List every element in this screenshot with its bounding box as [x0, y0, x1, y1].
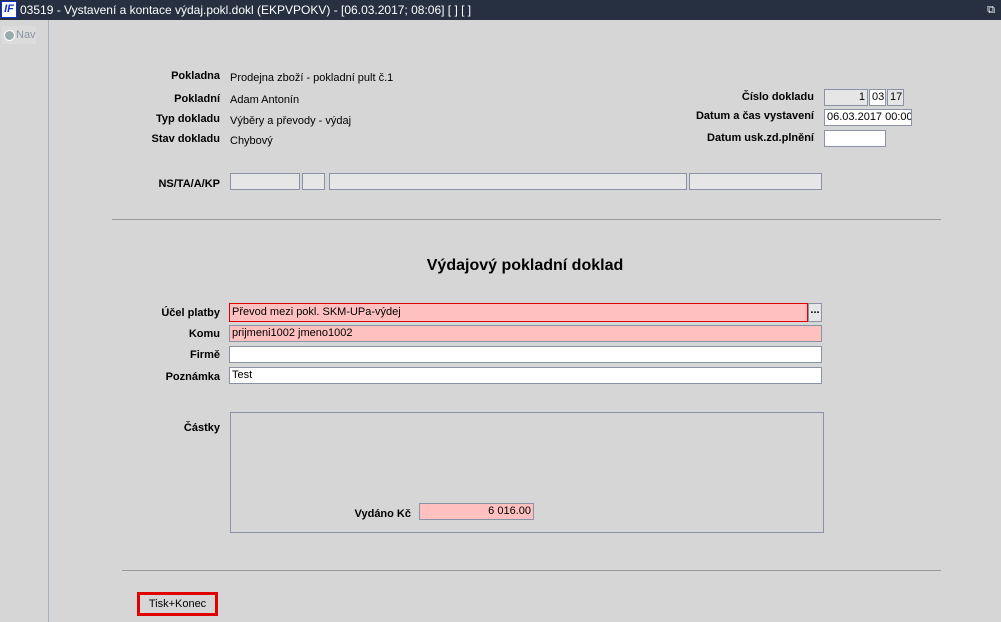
stav-label: Stav dokladu	[151, 133, 220, 145]
castky-label: Částky	[183, 422, 220, 434]
ucel-field[interactable]: Převod mezi pokl. SKM-UPa-výdej	[229, 303, 808, 322]
restore-icon[interactable]: ⧉	[987, 0, 995, 20]
cislo-field-3[interactable]: 17	[887, 89, 904, 106]
usk-label: Datum usk.zd.plnění	[707, 132, 814, 144]
ucel-lookup-button[interactable]: ...	[808, 303, 822, 322]
print-close-button[interactable]: Tisk+Konec	[137, 592, 218, 616]
firme-field[interactable]	[229, 346, 822, 363]
pokladna-value: Prodejna zboží - pokladní pult č.1	[230, 72, 394, 84]
pokladna-label: Pokladna	[171, 70, 220, 82]
poznamka-field[interactable]: Test	[229, 367, 822, 384]
firme-label: Firmě	[190, 349, 220, 361]
datum-field[interactable]: 06.03.2017 00:00	[824, 109, 912, 126]
divider	[122, 570, 941, 571]
doc-heading: Výdajový pokladní doklad	[426, 257, 624, 274]
divider	[112, 219, 941, 220]
cislo-label: Číslo dokladu	[741, 91, 814, 103]
pokladni-value: Adam Antonín	[230, 94, 300, 106]
cislo-field-1[interactable]: 1	[824, 89, 868, 106]
ucel-label: Účel platby	[161, 307, 220, 319]
typ-value: Výběry a převody - výdaj	[230, 115, 352, 127]
a-field[interactable]	[329, 173, 687, 190]
vydano-field[interactable]: 6 016.00	[419, 503, 534, 520]
usk-field[interactable]	[824, 130, 886, 147]
vydano-label: Vydáno Kč	[354, 508, 411, 520]
window-title: 03519 - Vystavení a kontace výdaj.pokl.d…	[20, 3, 472, 17]
ns-label: NS/TA/A/KP	[158, 178, 220, 190]
ta-field[interactable]	[302, 173, 325, 190]
title-bar: IF 03519 - Vystavení a kontace výdaj.pok…	[0, 0, 1001, 20]
kp-field[interactable]	[689, 173, 822, 190]
app-logo: IF	[1, 1, 17, 18]
pokladni-label: Pokladní	[174, 93, 220, 105]
cislo-field-2[interactable]: 03	[869, 89, 886, 106]
poznamka-label: Poznámka	[165, 371, 220, 383]
stav-value: Chybový	[230, 135, 273, 147]
datum-label: Datum a čas vystavení	[695, 110, 814, 122]
typ-label: Typ dokladu	[156, 113, 220, 125]
nav-panel: Nav	[0, 20, 49, 622]
nav-button[interactable]: Nav	[2, 26, 36, 44]
ns-field[interactable]	[230, 173, 300, 190]
komu-field[interactable]: prijmeni1002 jmeno1002	[229, 325, 822, 342]
komu-label: Komu	[188, 328, 220, 340]
